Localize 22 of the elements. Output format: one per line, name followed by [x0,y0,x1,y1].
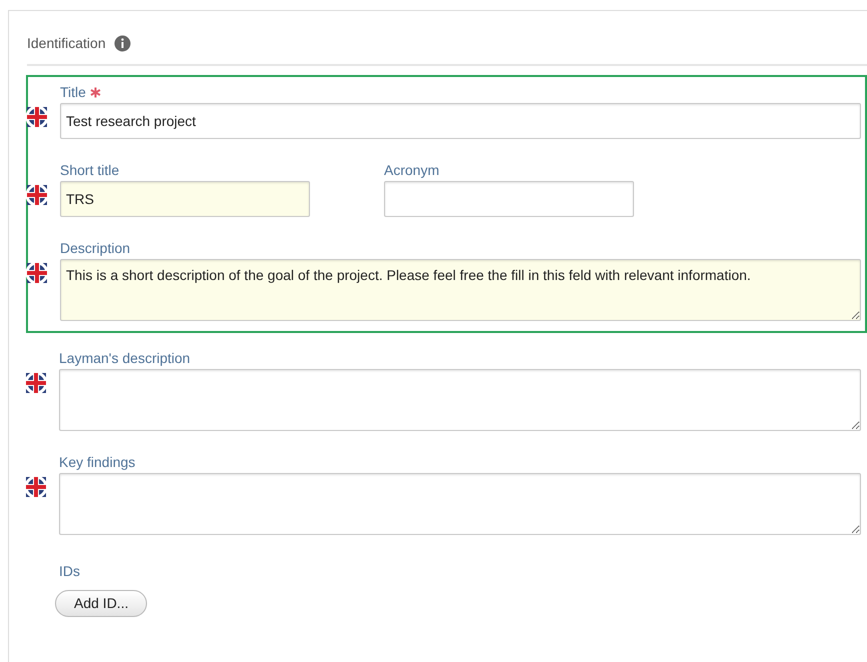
flag-icon [26,184,48,206]
info-icon[interactable] [114,35,131,52]
add-id-button[interactable]: Add ID... [55,590,148,617]
text-field[interactable] [384,181,634,217]
flag-icon [25,476,47,498]
flag-icon [26,106,48,128]
field-label: IDs [59,562,80,581]
text-area[interactable]: This is a short description of the goal of the project. Please feel free the fill in this feld with relevant information. [60,259,861,321]
text-area[interactable] [59,369,861,431]
text-area[interactable] [59,473,861,535]
text-field[interactable]: TRS [60,181,310,217]
text-field[interactable]: Test research project [60,103,861,139]
flag-icon [25,372,47,394]
field-label: Title [60,82,86,102]
field-label: Key findings [59,452,136,472]
field-label: Acronym [384,160,440,180]
required-icon [90,86,101,98]
section-title: Identification [27,34,106,53]
flag-icon [26,262,48,284]
field-label: Layman's description [59,348,190,368]
field-label: Description [60,238,130,258]
field-label: Short title [60,160,120,180]
